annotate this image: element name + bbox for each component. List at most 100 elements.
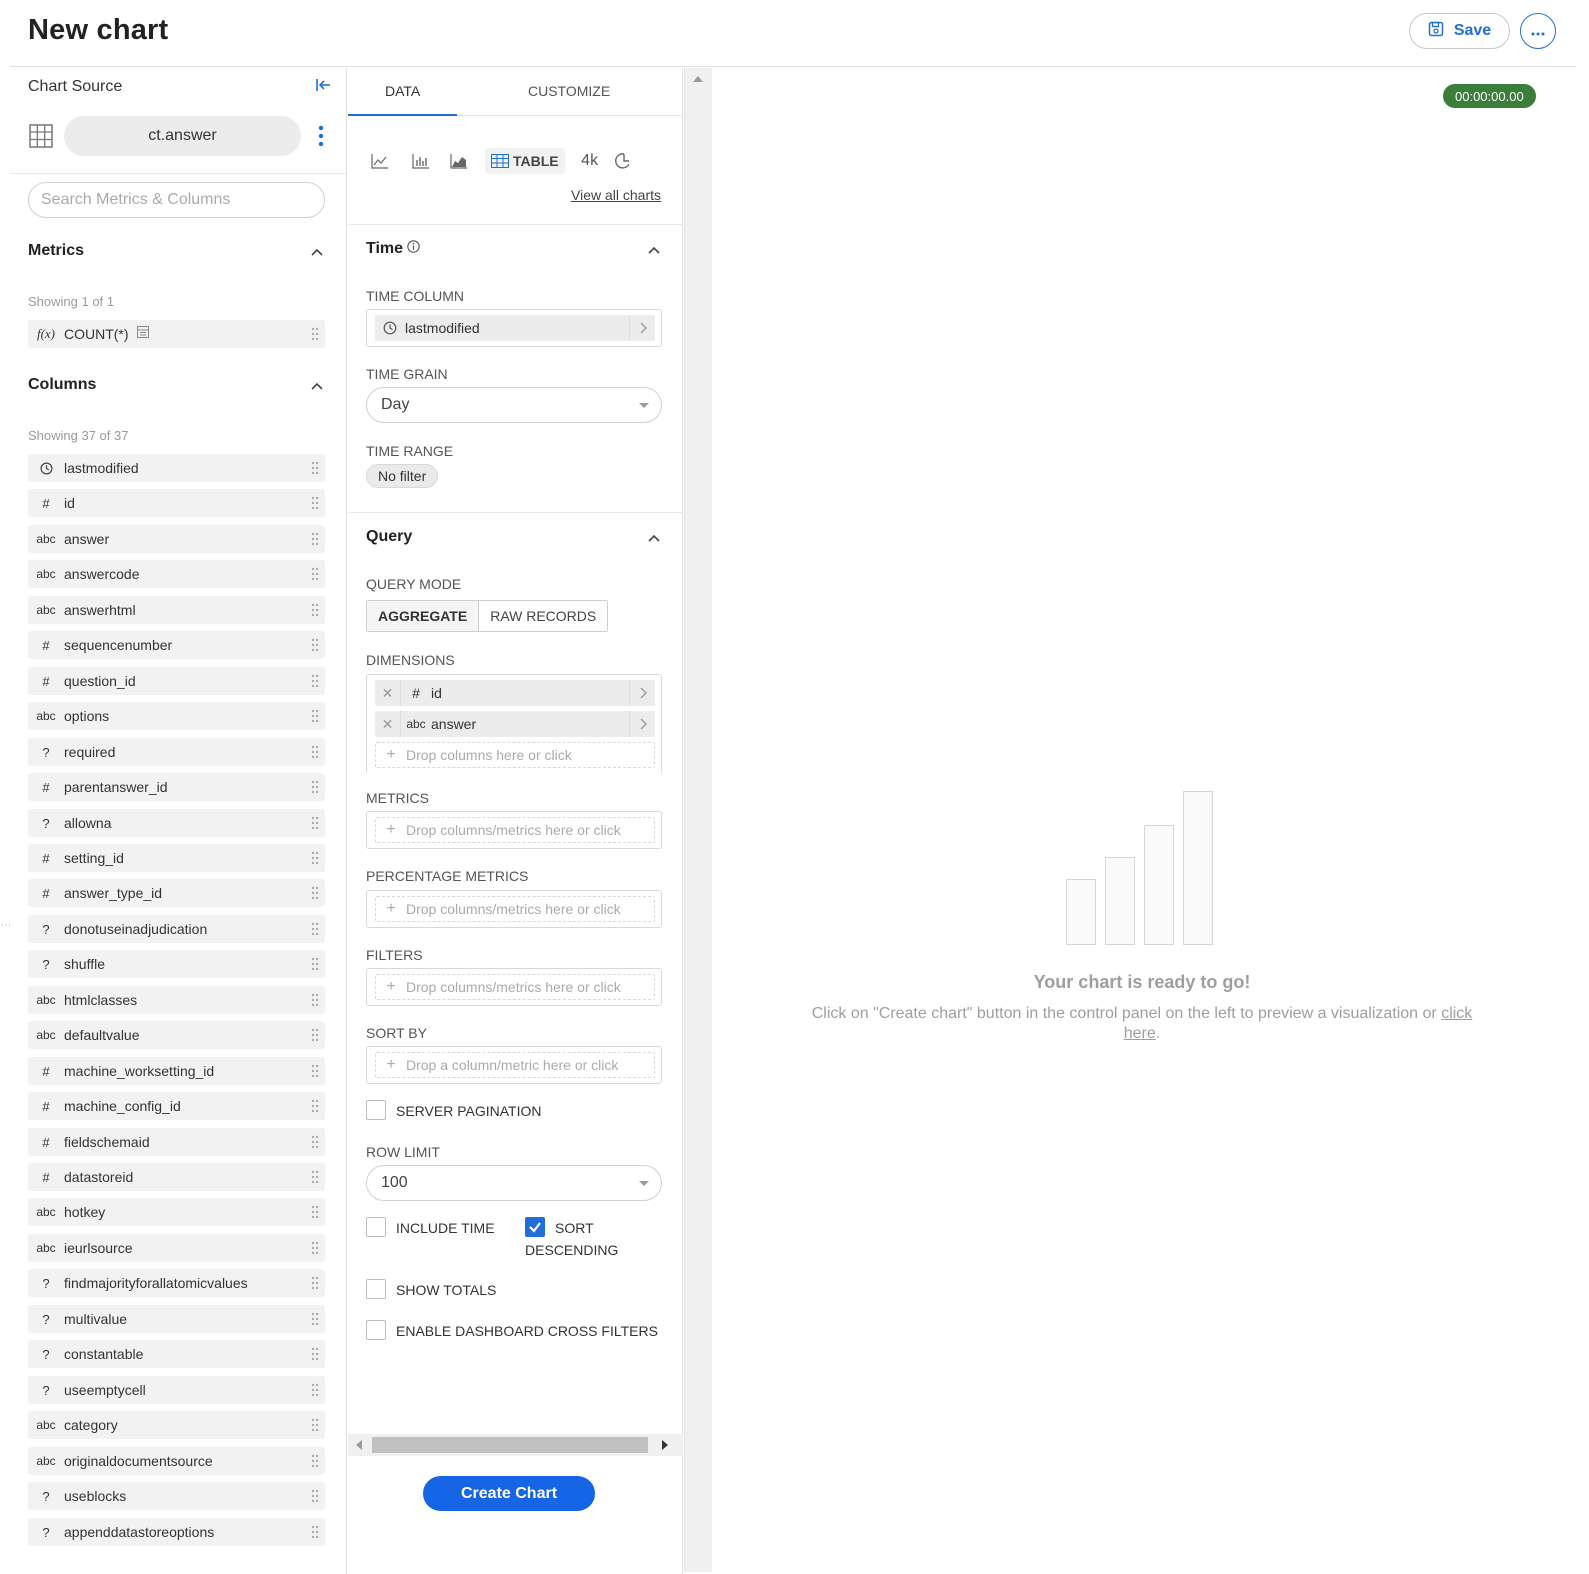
column-item[interactable]: # parentanswer_id [28, 773, 325, 801]
line-chart-icon[interactable] [366, 148, 394, 174]
metric-item[interactable]: f(x) COUNT(*) [28, 320, 325, 348]
sort-by-drop-zone[interactable]: + Drop a column/metric here or click [375, 1052, 655, 1078]
datasource-name[interactable]: ct.answer [64, 116, 301, 156]
drag-handle-icon[interactable] [305, 986, 325, 1014]
column-item[interactable]: # sequencenumber [28, 631, 325, 659]
column-item[interactable]: ? useemptycell [28, 1376, 325, 1404]
checkbox[interactable] [366, 1100, 386, 1120]
column-item[interactable]: abc defaultvalue [28, 1021, 325, 1049]
chevron-right-icon[interactable] [629, 315, 655, 341]
drag-handle-icon[interactable] [305, 1163, 325, 1191]
column-item[interactable]: ? required [28, 738, 325, 766]
column-item[interactable]: ? findmajorityforallatomicvalues [28, 1269, 325, 1297]
drag-handle-icon[interactable] [305, 1092, 325, 1120]
chevron-up-icon[interactable] [309, 378, 325, 394]
column-item[interactable]: # answer_type_id [28, 879, 325, 907]
drag-handle-icon[interactable] [305, 1057, 325, 1085]
column-item[interactable]: # id [28, 489, 325, 517]
drag-handle-icon[interactable] [305, 1305, 325, 1333]
drag-handle-icon[interactable] [305, 489, 325, 517]
column-item[interactable]: ? shuffle [28, 950, 325, 978]
column-item[interactable]: ? useblocks [28, 1482, 325, 1510]
chevron-right-icon[interactable] [629, 711, 655, 737]
column-item[interactable]: abc category [28, 1411, 325, 1439]
drag-handle-icon[interactable] [305, 915, 325, 943]
show-totals-checkbox[interactable]: SHOW TOTALS [366, 1279, 496, 1301]
drag-handle-icon[interactable] [305, 702, 325, 730]
column-item[interactable]: # fieldschemaid [28, 1128, 325, 1156]
pie-chart-icon[interactable] [614, 148, 635, 174]
drag-handle-icon[interactable] [305, 1376, 325, 1404]
time-range-chip[interactable]: No filter [366, 464, 439, 488]
sort-descending-checkbox[interactable]: SORT [525, 1217, 594, 1239]
chevron-right-icon[interactable] [629, 680, 655, 706]
column-item[interactable]: abc answerhtml [28, 596, 325, 624]
column-item[interactable]: ? constantable [28, 1340, 325, 1368]
column-item[interactable]: ? allowna [28, 809, 325, 837]
drag-handle-icon[interactable] [305, 1518, 325, 1546]
drag-handle-icon[interactable] [305, 1482, 325, 1510]
checkbox-checked[interactable] [525, 1217, 545, 1237]
drag-handle-icon[interactable] [305, 1234, 325, 1262]
column-item[interactable]: abc answercode [28, 560, 325, 588]
column-item[interactable]: abc answer [28, 525, 325, 553]
close-icon[interactable]: ✕ [375, 680, 401, 706]
dimension-pill[interactable]: ✕ # id [375, 680, 655, 706]
drag-handle-icon[interactable] [305, 1021, 325, 1049]
drag-handle-icon[interactable] [305, 596, 325, 624]
checkbox[interactable] [366, 1279, 386, 1299]
checkbox[interactable] [366, 1320, 386, 1340]
column-item[interactable]: ? donotuseinadjudication [28, 915, 325, 943]
drag-handle-icon[interactable] [305, 809, 325, 837]
chevron-up-icon[interactable] [646, 530, 662, 546]
checkbox[interactable] [366, 1217, 386, 1237]
drag-handle-icon[interactable] [305, 454, 325, 482]
drag-handle-icon[interactable] [305, 950, 325, 978]
drag-handle-icon[interactable] [305, 631, 325, 659]
query-mode-raw-records[interactable]: RAW RECORDS [479, 601, 607, 631]
column-item[interactable]: ? multivalue [28, 1305, 325, 1333]
cross-filters-checkbox[interactable]: ENABLE DASHBOARD CROSS FILTERS [366, 1320, 658, 1342]
collapse-panel-icon[interactable] [315, 76, 333, 94]
time-column-pill[interactable]: lastmodified [375, 315, 655, 341]
column-item[interactable]: ? appenddatastoreoptions [28, 1518, 325, 1546]
scroll-right-icon[interactable] [662, 1440, 668, 1450]
drag-handle-icon[interactable] [305, 773, 325, 801]
chevron-up-icon[interactable] [646, 242, 662, 258]
scrollbar-thumb[interactable] [372, 1437, 648, 1453]
create-chart-button[interactable]: Create Chart [423, 1476, 595, 1511]
datasource-menu-icon[interactable] [314, 122, 328, 150]
tab-customize[interactable]: CUSTOMIZE [528, 83, 610, 99]
drag-handle-icon[interactable] [305, 525, 325, 553]
scroll-left-icon[interactable] [356, 1440, 362, 1450]
drag-handle-icon[interactable] [305, 879, 325, 907]
column-item[interactable]: abc ieurlsource [28, 1234, 325, 1262]
column-item[interactable]: # question_id [28, 667, 325, 695]
column-item[interactable]: # machine_worksetting_id [28, 1057, 325, 1085]
column-item[interactable]: abc htmlclasses [28, 986, 325, 1014]
column-item[interactable]: abc hotkey [28, 1198, 325, 1226]
drag-handle-icon[interactable] [305, 1447, 325, 1475]
server-pagination-checkbox[interactable]: SERVER PAGINATION [366, 1100, 541, 1122]
drag-handle-icon[interactable] [305, 667, 325, 695]
column-item[interactable]: lastmodified [28, 454, 325, 482]
scroll-up-icon[interactable] [693, 76, 703, 82]
save-button[interactable]: Save [1409, 13, 1510, 49]
view-all-charts-link[interactable]: View all charts [571, 187, 661, 203]
drag-handle-icon[interactable] [305, 1198, 325, 1226]
column-item[interactable]: abc options [28, 702, 325, 730]
row-limit-select[interactable]: 100 [366, 1165, 662, 1201]
column-item[interactable]: # setting_id [28, 844, 325, 872]
percentage-metrics-drop-zone[interactable]: + Drop columns/metrics here or click [375, 896, 655, 922]
search-metrics-columns-input[interactable] [28, 182, 325, 218]
dimension-pill[interactable]: ✕ abc answer [375, 711, 655, 737]
column-item[interactable]: abc originaldocumentsource [28, 1447, 325, 1475]
include-time-checkbox[interactable]: INCLUDE TIME [366, 1217, 495, 1239]
metrics-drop-zone[interactable]: + Drop columns/metrics here or click [375, 817, 655, 843]
drag-handle-icon[interactable] [305, 320, 325, 348]
info-icon[interactable] [407, 240, 420, 258]
dimensions-drop-zone[interactable]: + Drop columns here or click [375, 742, 655, 768]
table-viz-button[interactable]: TABLE [485, 148, 565, 174]
tab-data[interactable]: DATA [385, 83, 420, 99]
time-grain-select[interactable]: Day [366, 387, 662, 423]
